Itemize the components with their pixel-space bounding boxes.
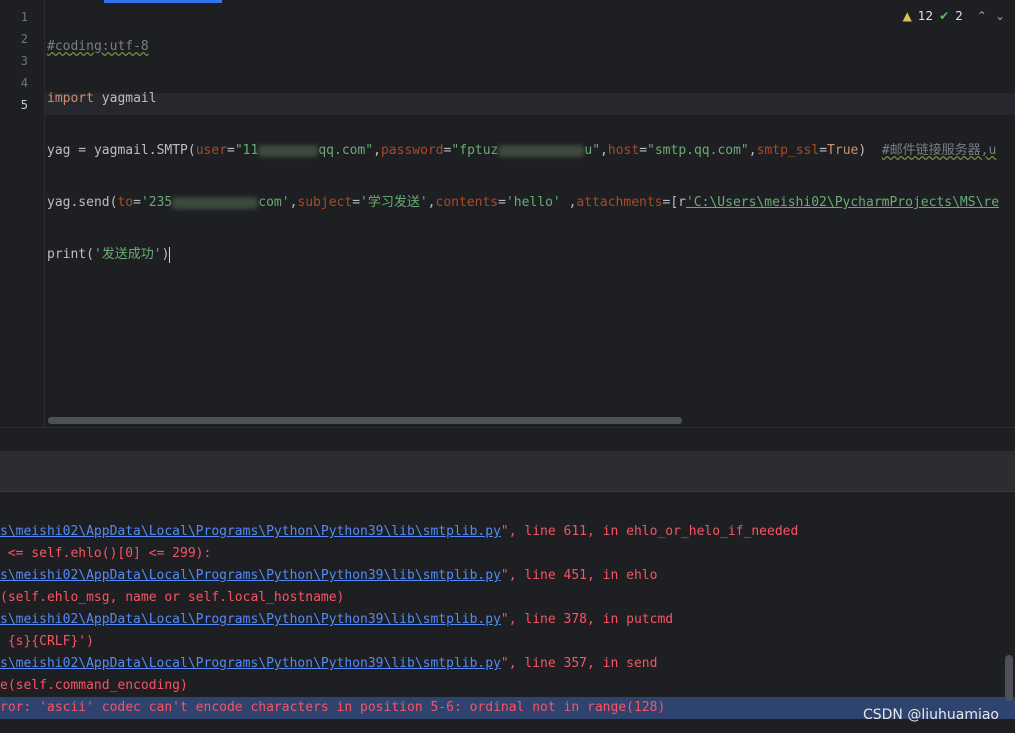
operator: = [498,195,506,210]
console-line: s\meishi02\AppData\Local\Programs\Python… [0,609,673,631]
param-name: password [380,143,444,158]
keyword: True [827,143,859,158]
console-line: s\meishi02\AppData\Local\Programs\Python… [0,521,798,543]
code-line-2[interactable]: import yagmail [47,88,999,110]
comma: , [373,143,381,158]
comma: , [600,143,608,158]
keyword: import [47,91,94,106]
string-literal: '发送成功' [93,247,162,262]
operator: = [133,195,141,210]
string-literal: '235 [140,195,173,210]
file-link[interactable]: s\meishi02\AppData\Local\Programs\Python… [0,524,501,539]
line-number-gutter: 1 2 3 4 5 [0,0,45,427]
file-link[interactable]: s\meishi02\AppData\Local\Programs\Python… [0,612,501,627]
code-text: ) [161,247,170,262]
operator: = [819,143,828,158]
operator: = [352,195,361,210]
warning-count: 12 [917,9,934,23]
horizontal-scrollbar[interactable] [48,417,682,424]
string-literal: "fptuz [451,143,499,158]
code-line-1[interactable]: #coding:utf-8 [47,36,999,58]
param-name: to [117,195,134,210]
comment: #邮件链接服务器,u [881,143,997,158]
text-caret [169,246,171,263]
string-literal: "smtp.qq.com" [647,143,749,158]
code-text: yag.send( [47,195,118,210]
comma: , [427,195,436,210]
param-name: contents [435,195,499,210]
weak-warning-count: 2 [955,9,963,23]
chevron-up-icon[interactable]: ⌃ [977,9,987,23]
active-tab-indicator [104,0,222,3]
string-literal: qq.com" [318,143,374,158]
string-literal: com' [258,195,290,210]
redacted-blur [258,144,319,157]
console-text: ", line 378, in putcmd [500,612,674,627]
code-text: print( [47,247,94,262]
console-line: e(self.command_encoding) [0,675,188,697]
line-number: 2 [20,32,28,46]
watermark: CSDN @liuhuamiao [862,707,999,723]
file-link[interactable]: s\meishi02\AppData\Local\Programs\Python… [0,656,501,671]
string-literal: "11 [234,143,259,158]
param-name: subject [297,195,353,210]
warning-triangle-icon: ▲ [902,9,912,23]
comment: #coding:utf-8 [47,39,149,54]
operator: = [227,143,235,158]
code-text: =[r [662,195,686,210]
console-line: (self.ehlo_msg, name or self.local_hostn… [0,587,344,609]
param-name: smtp_ssl [756,143,820,158]
code-line-3[interactable]: yag = yagmail.SMTP(user="11 qq.com",passw… [47,140,999,162]
redacted-blur [498,144,585,157]
console-text: {s}{CRLF}') [0,634,94,649]
run-tool-window-header [0,451,1015,492]
chevron-down-icon[interactable]: ⌄ [995,9,1005,23]
console-text: ", line 357, in send [500,656,658,671]
code-content[interactable]: #coding:utf-8 import yagmail yag = yagma… [47,6,999,296]
line-number: 1 [20,10,28,24]
operator: = [639,143,648,158]
line-number-current: 5 [20,98,28,112]
code-text: yag = yagmail.SMTP( [47,143,196,158]
panel-splitter[interactable] [0,427,1015,452]
comma: , [748,143,757,158]
code-text: ) [858,143,882,158]
console-text: ", line 451, in ehlo [500,568,658,583]
console-line: {s}{CRLF}') [0,631,94,653]
string-literal: u" [584,143,601,158]
param-name: host [607,143,640,158]
double-check-icon: ✔ [939,9,950,23]
code-editor[interactable]: 1 2 3 4 5 #coding:utf-8 import yagmail y… [0,0,1015,427]
run-console-output[interactable]: s\meishi02\AppData\Local\Programs\Python… [0,492,1015,733]
code-text: yagmail [93,91,157,106]
console-line: <= self.ehlo()[0] <= 299): [0,543,212,565]
string-literal: 'hello' [505,195,569,210]
inspection-widget[interactable]: ▲ 12 ✔ 2 ⌃ ⌄ [903,9,1005,23]
console-text: e(self.command_encoding) [0,678,188,693]
line-number: 3 [20,54,28,68]
code-line-5[interactable]: print('发送成功') [47,244,999,266]
console-text: (self.ehlo_msg, name or self.local_hostn… [0,590,345,605]
console-text: <= self.ehlo()[0] <= 299): [0,546,212,561]
path-string: 'C:\Users\meishi02\PycharmProjects\MS\re [685,195,1000,210]
param-name: user [195,143,228,158]
string-literal: '学习发送' [360,195,428,210]
console-line: s\meishi02\AppData\Local\Programs\Python… [0,565,657,587]
console-line: s\meishi02\AppData\Local\Programs\Python… [0,653,657,675]
param-name: attachments [576,195,663,210]
line-number: 4 [20,76,28,90]
file-link[interactable]: s\meishi02\AppData\Local\Programs\Python… [0,568,501,583]
console-text: ", line 611, in ehlo_or_helo_if_needed [500,524,799,539]
vertical-scrollbar[interactable] [1005,655,1013,701]
console-text: ror: 'ascii' codec can't encode characte… [0,700,666,715]
redacted-blur [172,196,259,209]
code-line-4[interactable]: yag.send(to='235 com',subject='学习发送',cont… [47,192,999,214]
